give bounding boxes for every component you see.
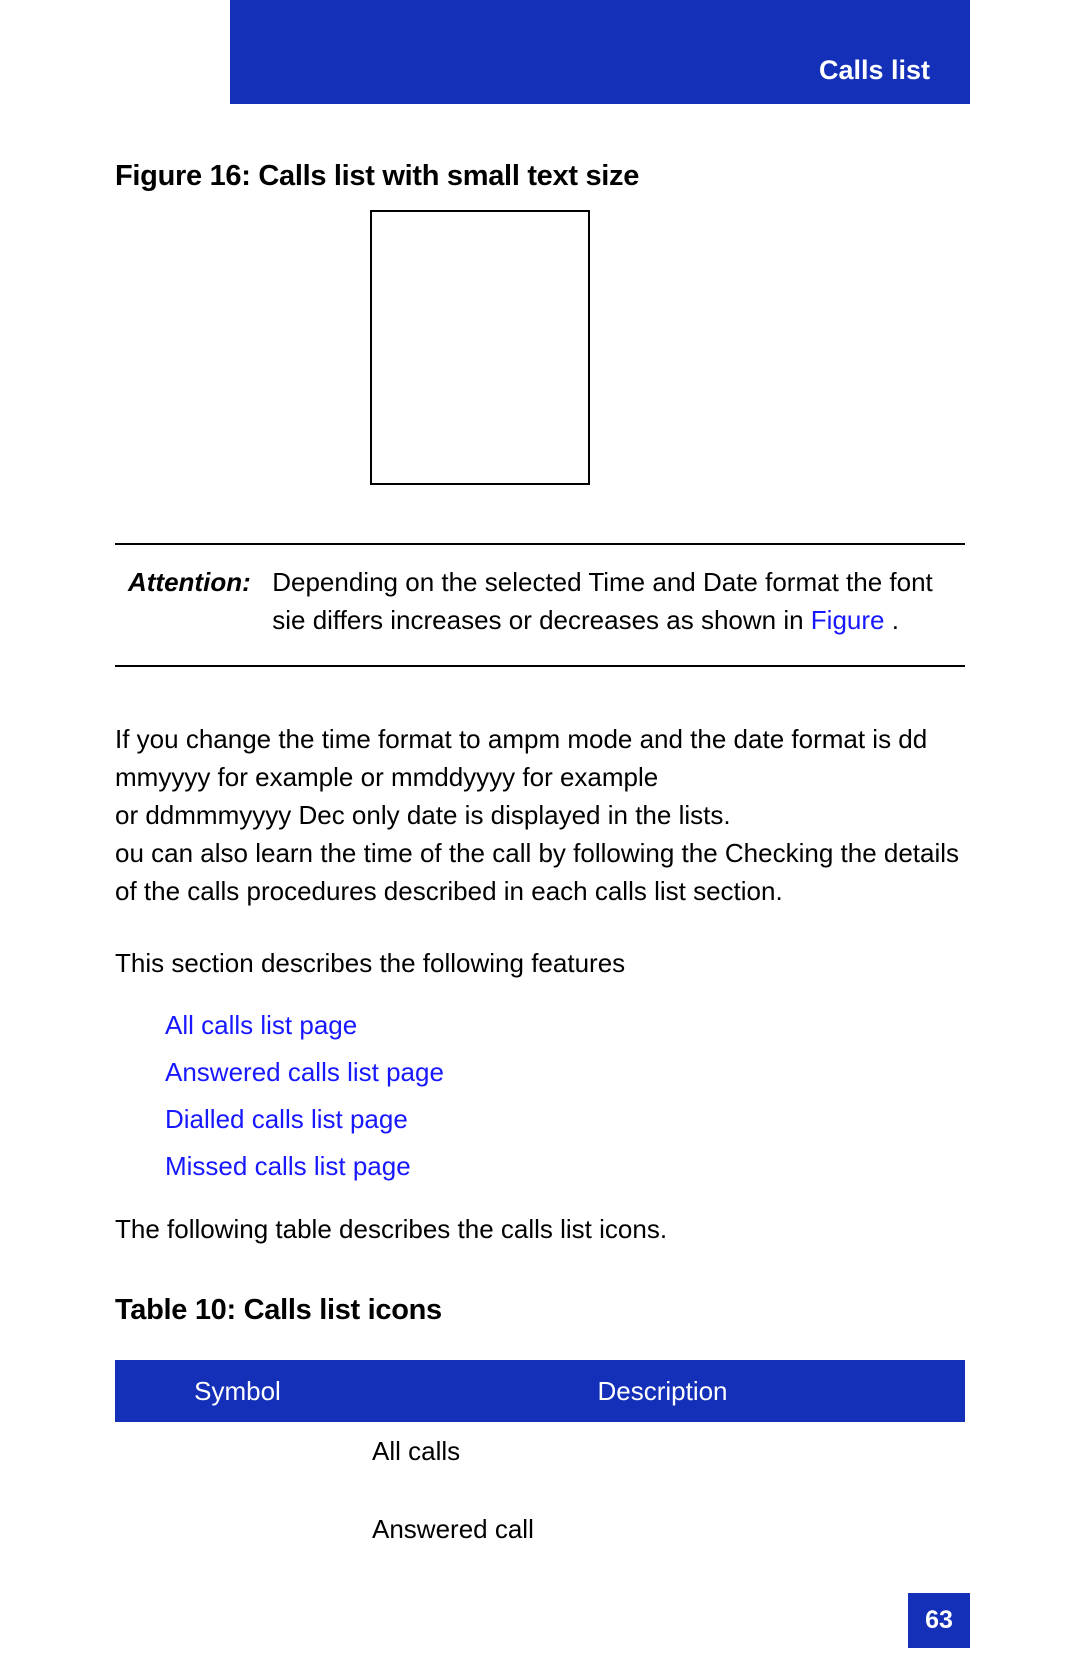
table-header-description: Description [360,1360,965,1422]
attention-label: Attention: [128,563,265,601]
page-number: 63 [908,1593,970,1648]
link-missed-calls[interactable]: Missed calls list page [165,1151,444,1182]
symbol-cell [115,1422,360,1500]
feature-links: All calls list page Answered calls list … [165,1010,444,1198]
attention-text: Depending on the selected Time and Date … [272,563,952,639]
header-bar: Calls list [230,0,970,104]
paragraph-table-intro: The following table describes the calls … [115,1210,965,1248]
figure-link[interactable]: Figure [811,605,885,635]
table-row: Answered call [115,1500,965,1578]
attention-text-2: . [892,605,899,635]
table-caption: Table 10: Calls list icons [115,1294,442,1327]
header-title: Calls list [819,55,930,86]
symbol-cell [115,1500,360,1578]
paragraph-time-format: If you change the time format to ampm mo… [115,720,965,910]
link-all-calls[interactable]: All calls list page [165,1010,444,1041]
description-cell: All calls [360,1422,965,1500]
calls-list-icons-table: Symbol Description All calls Answered ca… [115,1360,965,1578]
description-cell: Answered call [360,1500,965,1578]
paragraph-features-intro: This section describes the following fea… [115,944,965,982]
attention-block: Attention: Depending on the selected Tim… [128,563,968,639]
table-header-row: Symbol Description [115,1360,965,1422]
link-answered-calls[interactable]: Answered calls list page [165,1057,444,1088]
figure-placeholder [370,210,590,485]
figure-caption: Figure 16: Calls list with small text si… [115,160,639,193]
divider-bottom [115,665,965,667]
table-header-symbol: Symbol [115,1360,360,1422]
table-row: All calls [115,1422,965,1500]
link-dialled-calls[interactable]: Dialled calls list page [165,1104,444,1135]
divider-top [115,543,965,545]
